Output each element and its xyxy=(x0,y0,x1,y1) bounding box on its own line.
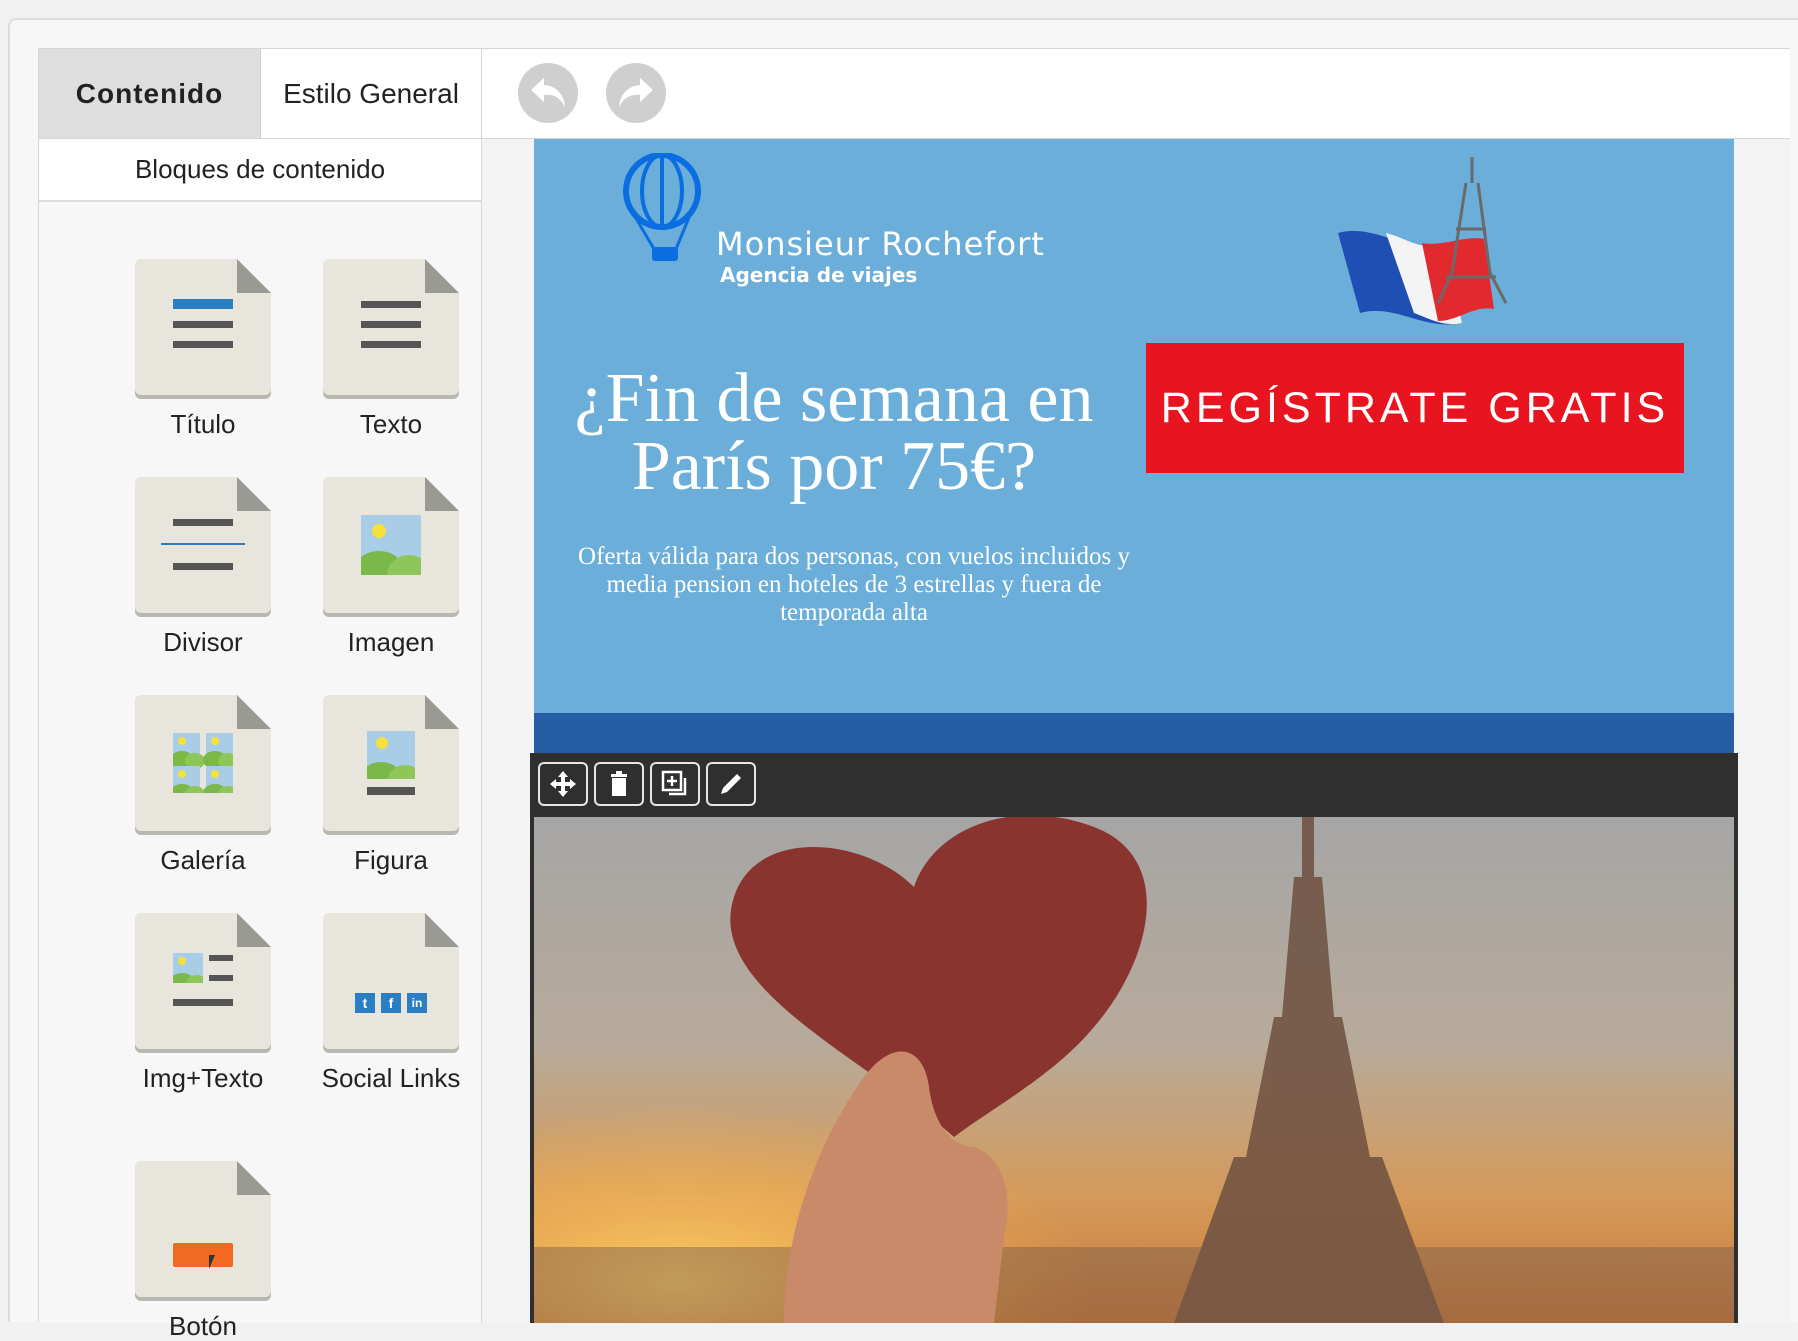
delete-block-button[interactable] xyxy=(594,762,644,806)
block-toolbar xyxy=(530,753,1738,817)
block-title[interactable]: Título xyxy=(113,259,293,439)
block-label: Imagen xyxy=(347,627,435,657)
edit-icon xyxy=(721,774,741,794)
register-cta-button[interactable]: REGÍSTRATE GRATIS xyxy=(1146,343,1684,473)
image-text-block-icon xyxy=(135,913,271,1049)
image-block-icon xyxy=(323,477,459,613)
block-label: Social Links xyxy=(321,1063,461,1093)
block-divider[interactable]: Divisor xyxy=(113,477,293,657)
block-button[interactable]: Botón xyxy=(113,1161,293,1341)
sidebar: Contenido Estilo General Bloques de cont… xyxy=(39,49,482,1341)
paris-heart-photo[interactable] xyxy=(530,817,1738,1323)
duplicate-block-button[interactable] xyxy=(650,762,700,806)
block-image[interactable]: Imagen xyxy=(301,477,481,657)
redo-button[interactable] xyxy=(606,63,666,123)
hot-air-balloon-icon xyxy=(623,153,701,261)
move-block-button[interactable] xyxy=(538,762,588,806)
edit-block-button[interactable] xyxy=(706,762,756,806)
divider-block-icon xyxy=(135,477,271,613)
block-text[interactable]: Texto xyxy=(301,259,481,439)
title-block-icon xyxy=(135,259,271,395)
content-blocks-heading: Bloques de contenido xyxy=(39,139,481,202)
delete-icon xyxy=(611,771,627,796)
gallery-block-icon xyxy=(135,695,271,831)
email-preview: Monsieur Rochefort Agencia de viajes ¿Fi… xyxy=(530,139,1738,1323)
facebook-icon: f xyxy=(381,993,401,1013)
hero-section[interactable]: Monsieur Rochefort Agencia de viajes ¿Fi… xyxy=(534,139,1734,713)
button-block-icon xyxy=(135,1161,271,1297)
block-label: Título xyxy=(170,409,236,439)
block-label: Galería xyxy=(160,845,246,875)
figure-block-icon xyxy=(323,695,459,831)
email-canvas: Monsieur Rochefort Agencia de viajes ¿Fi… xyxy=(482,139,1790,1323)
block-label: Divisor xyxy=(163,627,243,657)
divider-strip xyxy=(534,713,1734,753)
editor-toolbar xyxy=(482,49,1790,139)
undo-icon xyxy=(531,78,565,107)
block-label: Figura xyxy=(354,845,428,875)
email-editor: Contenido Estilo General Bloques de cont… xyxy=(38,48,1790,1341)
offer-text: Oferta válida para dos personas, con vue… xyxy=(578,543,1130,626)
block-label: Texto xyxy=(359,409,423,439)
block-social-links[interactable]: t f in Social Links xyxy=(301,913,481,1093)
block-figure[interactable]: Figura xyxy=(301,695,481,875)
cursor-icon xyxy=(209,1255,215,1269)
block-gallery[interactable]: Galería xyxy=(113,695,293,875)
linkedin-icon: in xyxy=(407,993,427,1013)
sidebar-tabs: Contenido Estilo General xyxy=(39,49,481,139)
tab-general-style[interactable]: Estilo General xyxy=(261,49,481,138)
france-flag-eiffel-icon xyxy=(1338,157,1508,325)
logo-name: Monsieur Rochefort xyxy=(716,225,1045,263)
block-label: Botón xyxy=(169,1311,237,1341)
logo-tagline: Agencia de viajes xyxy=(720,263,918,287)
move-icon xyxy=(550,771,576,797)
redo-icon xyxy=(619,78,653,107)
block-label: Img+Texto xyxy=(142,1063,264,1093)
tab-content[interactable]: Contenido xyxy=(39,49,261,138)
paris-heart-image xyxy=(534,817,1734,1323)
social-links-block-icon: t f in xyxy=(323,913,459,1049)
hero-headline: ¿Fin de semana en París por 75€? xyxy=(574,360,1094,505)
duplicate-icon xyxy=(661,770,687,796)
block-image-text[interactable]: Img+Texto xyxy=(113,913,293,1093)
text-block-icon xyxy=(323,259,459,395)
twitter-icon: t xyxy=(355,993,375,1013)
undo-button[interactable] xyxy=(518,63,578,123)
